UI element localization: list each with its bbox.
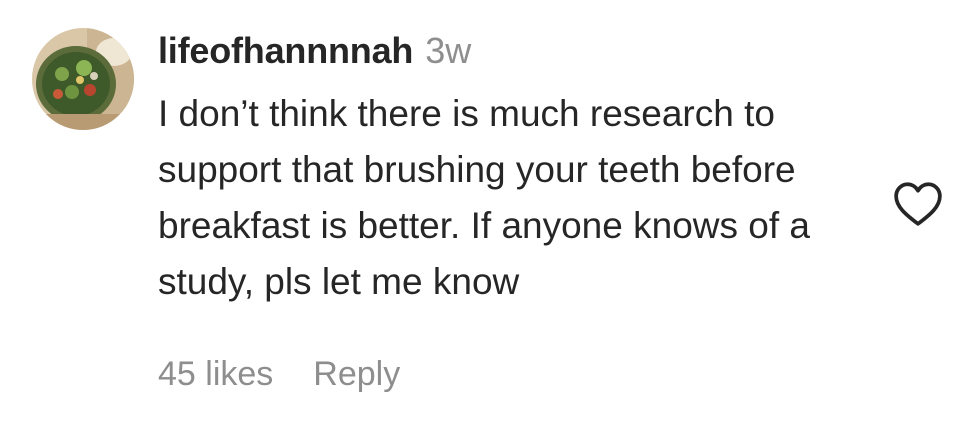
comment-header: lifeofhannnnah 3w	[158, 30, 873, 86]
comment-text: I don’t think there is much research to …	[158, 93, 810, 302]
heart-outline-icon	[894, 182, 942, 226]
heart-icon[interactable]	[893, 181, 943, 227]
avatar-image	[32, 28, 134, 130]
avatar[interactable]	[32, 28, 134, 130]
comment-body: lifeofhannnnah 3w I don’t think there is…	[158, 30, 873, 310]
comment-item: lifeofhannnnah 3w I don’t think there is…	[0, 0, 980, 439]
comment-actions: 45 likes Reply	[158, 350, 400, 398]
timestamp[interactable]: 3w	[425, 30, 471, 72]
username-link[interactable]: lifeofhannnnah	[158, 30, 413, 72]
likes-count-button[interactable]: 45 likes	[158, 355, 273, 394]
reply-button[interactable]: Reply	[313, 355, 400, 394]
